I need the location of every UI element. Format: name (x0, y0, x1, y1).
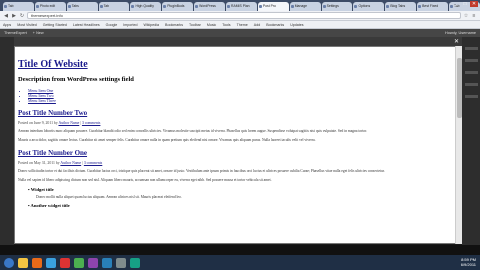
comments-link[interactable]: 3 comments (84, 161, 102, 165)
minimize-button[interactable]: _ (452, 1, 460, 7)
bookmark-item[interactable]: Apps (3, 23, 11, 27)
bookmark-item[interactable]: Imported (123, 23, 137, 27)
post-paragraph: Donec sollicitudin tortor et dui facilis… (18, 169, 385, 173)
author-link[interactable]: Author Name (60, 161, 81, 165)
browser-tab[interactable]: Tab (3, 2, 34, 11)
post-date: Posted on June 9, 2011 by (18, 121, 58, 125)
site-menu: Menu Item One Menu Item Two Menu Item Th… (18, 88, 453, 103)
post-meta: Posted on May 31, 2011 by Author Name | … (18, 161, 103, 165)
bookmark-item[interactable]: Add (254, 23, 260, 27)
ie-icon[interactable] (46, 257, 56, 268)
post-paragraph: Aenean interdum lobortis nunc aliquam po… (18, 129, 368, 133)
app-icon[interactable] (74, 257, 84, 268)
browser-tab[interactable]: Manage (289, 2, 321, 11)
post-date: Posted on May 31, 2011 by (18, 161, 60, 165)
app-icon[interactable] (116, 257, 126, 268)
bookmark-item[interactable]: Wikipedia (143, 23, 159, 27)
widget-title: • Another widget title (28, 203, 70, 208)
admin-site-link[interactable]: ThemeExpert (4, 31, 27, 35)
post-meta: Posted on June 9, 2011 by Author Name | … (18, 121, 101, 125)
bookmark-item[interactable]: Toolbar (189, 23, 201, 27)
browser-tab[interactable]: High Quality (130, 2, 162, 11)
browser-tab[interactable]: Tabs (66, 2, 98, 11)
menu-icon[interactable]: ≡ (471, 13, 477, 19)
bottom-dark-strip (0, 245, 480, 255)
browser-tab[interactable]: Settings (321, 2, 353, 11)
theme-preview-modal: Title Of Website Description from WordPr… (14, 46, 462, 244)
bookmark-item[interactable]: Getting Started (43, 23, 67, 27)
menu-item[interactable]: Menu Item Three (28, 98, 453, 103)
browser-tab[interactable]: Best Fixed (417, 2, 449, 11)
comments-link[interactable]: 3 comments (82, 121, 100, 125)
left-dark-panel (0, 37, 14, 245)
wp-admin-bar: ThemeExpert + New Howdy, Username (0, 29, 480, 37)
close-icon[interactable]: ✕ (454, 38, 459, 45)
post-paragraph: Mauris a arcu dolor, sagittis ornare lec… (18, 138, 316, 142)
reload-icon[interactable]: ↻ (19, 13, 25, 19)
bookmark-item[interactable]: Bookmarks (165, 23, 183, 27)
address-bar-row: ◀ ▶ ↻ themesexpert.info ☆ ≡ (0, 11, 480, 21)
browser-tab[interactable]: Options (353, 2, 385, 11)
bookmark-item[interactable]: Updates (290, 23, 303, 27)
widget-title: • Widget title (28, 187, 54, 192)
bookmark-item[interactable]: Latest Headlines (73, 23, 100, 27)
browser-tab[interactable]: Blog Tabs (385, 2, 417, 11)
bookmark-item[interactable]: Google (106, 23, 118, 27)
browser-tab[interactable]: PluginBuds (162, 2, 194, 11)
right-dark-panel (462, 37, 480, 245)
browser-tab[interactable]: Tab (98, 2, 130, 11)
post-title-link[interactable]: Post Title Number Two (18, 109, 453, 117)
app-icon[interactable] (88, 257, 98, 268)
admin-user-link[interactable]: Howdy, Username (445, 31, 476, 35)
widget-text: Donec mollit nulla aliquet quam luctus a… (36, 195, 182, 199)
preview-page: Title Of Website Description from WordPr… (18, 59, 453, 208)
clock-date: 6/9/2011 (460, 262, 476, 267)
bookmark-item[interactable]: Music (207, 23, 216, 27)
site-description: Description from WordPress settings fiel… (18, 76, 134, 83)
preview-scrollbar[interactable] (455, 46, 462, 244)
post-paragraph: Nulla vel sapien id libero adipiscing di… (18, 178, 272, 182)
bookmark-item[interactable]: Most Visited (17, 23, 37, 27)
os-taskbar (0, 255, 480, 270)
browser-tab[interactable]: WordPress (194, 2, 226, 11)
app-icon[interactable] (130, 257, 140, 268)
admin-new-link[interactable]: + New (33, 31, 44, 35)
system-tray-clock: 8:59 PM 6/9/2011 (461, 257, 476, 267)
url-input[interactable]: themesexpert.info (27, 12, 461, 19)
app-icon[interactable] (60, 257, 70, 268)
star-icon[interactable]: ☆ (463, 13, 469, 19)
folder-icon[interactable] (18, 257, 28, 268)
close-window-button[interactable]: ✕ (470, 1, 478, 7)
browser-tab[interactable]: RAMIS Plan (226, 2, 257, 11)
scrollbar-thumb[interactable] (457, 58, 462, 118)
widget-title-text: Another widget title (30, 203, 70, 208)
widget-title-text: Widget title (30, 187, 54, 192)
browser-tab[interactable]: Photo edit (34, 2, 66, 11)
forward-icon[interactable]: ▶ (11, 13, 17, 19)
bookmark-item[interactable]: Tools (222, 23, 230, 27)
firefox-icon[interactable] (32, 257, 42, 268)
maximize-button[interactable]: □ (461, 1, 469, 7)
app-icon[interactable] (102, 257, 112, 268)
bookmarks-bar: Apps Most Visited Getting Started Latest He… (0, 21, 480, 29)
bookmark-item[interactable]: Theme (237, 23, 248, 27)
preview-modal-header: ✕ (14, 37, 462, 46)
back-icon[interactable]: ◀ (3, 13, 9, 19)
site-title-link[interactable]: Title Of Website (18, 59, 453, 70)
post-title-link[interactable]: Post Title Number One (18, 149, 453, 157)
start-button[interactable] (4, 257, 14, 268)
browser-tab[interactable]: Post Pro (257, 2, 289, 11)
bookmark-item[interactable]: Bookmarks (266, 23, 284, 27)
author-link[interactable]: Author Name (58, 121, 79, 125)
browser-tab-strip: Tab Photo edit Tabs Tab High Quality PluginBu… (0, 0, 480, 11)
